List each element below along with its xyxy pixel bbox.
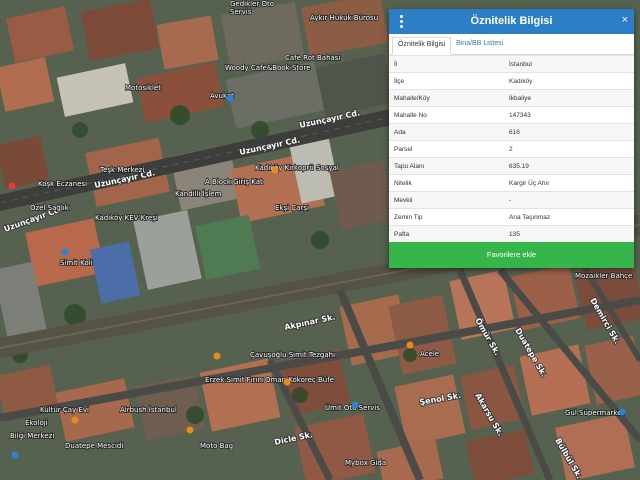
row-key: Mevkii	[389, 191, 504, 209]
row-key: İlçe	[389, 72, 504, 90]
row-value: Kadıköy	[504, 72, 634, 90]
tab-attribute-info[interactable]: Öznitelik Bilgisi	[392, 37, 452, 55]
place-label: Teşk Merkezi	[99, 166, 144, 174]
place-label: Kadıköy Kırkoprü Sosyal	[255, 164, 339, 172]
panel-title: Öznitelik Bilgisi	[470, 15, 553, 27]
row-value: Ana Taşınmaz	[504, 208, 634, 226]
table-row: İl İstanbul	[389, 55, 634, 73]
map-marker	[61, 248, 69, 256]
attribute-panel: Öznitelik Bilgisi × Öznitelik Bilgisi Bi…	[389, 9, 634, 268]
row-key: Ada	[389, 123, 504, 141]
panel-tabs: Öznitelik Bilgisi Bina/BB Listesi	[389, 34, 634, 55]
place-label: A Block Giriş Kat	[205, 178, 263, 186]
map-marker	[71, 416, 79, 424]
place-label: Oman Kokoreç Büfe	[265, 376, 334, 384]
place-label: Ekşi Çarşı	[275, 204, 309, 212]
row-key: Parsel	[389, 140, 504, 158]
table-row: İlçe Kadıköy	[389, 72, 634, 90]
place-label: Aykır Hukuk Bürosu	[310, 14, 378, 22]
attribute-table: İl İstanbul İlçe Kadıköy Mahalle/Köy İkbali…	[389, 55, 634, 242]
row-key: İl	[389, 55, 504, 73]
row-value: Kargir Üç Ahır	[504, 174, 634, 192]
map-marker	[186, 426, 194, 434]
row-key: Mahalle No	[389, 106, 504, 124]
place-label: Kandilli İşlem	[175, 189, 222, 198]
place-label: Özel Sağlık	[30, 203, 70, 212]
place-label: Woody Cafe&Book Store	[225, 64, 310, 72]
map-marker	[226, 94, 234, 102]
table-row: Ada 616	[389, 123, 634, 141]
place-label: Servis	[230, 8, 252, 16]
place-label: Duatepe Mescidi	[65, 442, 123, 450]
table-row: Tapu Alanı 635.19	[389, 157, 634, 175]
row-value: 635.19	[504, 157, 634, 175]
row-value: İkbaliye	[504, 89, 634, 107]
map-marker	[351, 401, 359, 409]
place-label: Airbush İstanbul	[120, 405, 177, 414]
place-label: Kültür Çay Evi	[40, 406, 89, 414]
row-key: Mahalle/Köy	[389, 89, 504, 107]
row-key: Tapu Alanı	[389, 157, 504, 175]
row-value: 2	[504, 140, 634, 158]
place-label: Simit Koli	[60, 259, 93, 267]
row-key: Zemin Tip	[389, 208, 504, 226]
row-key: Pafta	[389, 225, 504, 242]
place-label: Erzek Simit Fırını	[205, 376, 264, 384]
place-label: Koşk Eczanesi	[38, 180, 87, 188]
row-value: -	[504, 191, 634, 209]
table-row: Pafta 135	[389, 225, 634, 242]
place-label: Mybox Gida	[345, 459, 386, 467]
map-marker	[213, 352, 221, 360]
row-value: İstanbul	[504, 55, 634, 73]
row-value: 147343	[504, 106, 634, 124]
place-label: Gedikler Oto	[230, 0, 274, 8]
place-label: Motosiklet	[125, 84, 161, 92]
place-label: Cafe Rot Bahası	[285, 54, 340, 62]
table-row: Mahalle No 147343	[389, 106, 634, 124]
place-label: Çavuşoğlu Simit Tezgahı	[250, 351, 335, 359]
tab-building-list[interactable]: Bina/BB Listesi	[451, 37, 508, 54]
place-label: Mozaikler Bahçe	[575, 272, 632, 280]
row-key: Nitelik	[389, 174, 504, 192]
table-row: Mahalle/Köy İkbaliye	[389, 89, 634, 107]
map-marker	[271, 166, 279, 174]
place-label: Kadıköy KEV Kreşi	[95, 214, 158, 222]
row-value: 135	[504, 225, 634, 242]
row-value: 616	[504, 123, 634, 141]
place-label: Bilgi Merkezi	[10, 432, 54, 440]
map-marker	[618, 408, 626, 416]
place-label: Ekoloji	[25, 419, 48, 427]
map-marker	[8, 182, 16, 190]
map-marker	[11, 451, 19, 459]
close-icon[interactable]: ×	[622, 14, 628, 26]
table-row: Zemin Tip Ana Taşınmaz	[389, 208, 634, 226]
panel-header: Öznitelik Bilgisi ×	[389, 9, 634, 34]
place-label: Gül Süpermarket	[565, 409, 625, 417]
map-marker	[283, 378, 291, 386]
add-to-favorites-button[interactable]: Favorilere ekle	[389, 242, 634, 268]
map-marker	[406, 341, 414, 349]
table-row: Mevkii -	[389, 191, 634, 209]
place-label: Moto Bag	[200, 442, 233, 450]
place-label: Acele	[420, 350, 439, 358]
table-row: Parsel 2	[389, 140, 634, 158]
table-row: Nitelik Kargir Üç Ahır	[389, 174, 634, 192]
